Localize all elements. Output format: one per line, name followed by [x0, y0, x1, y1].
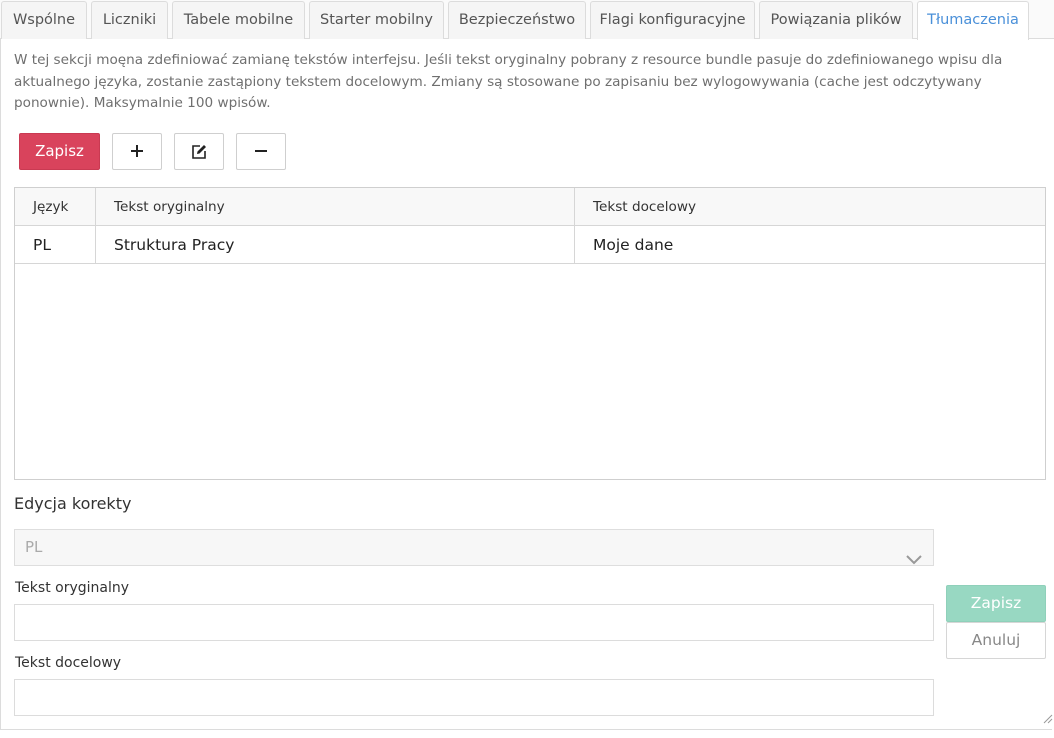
plus-icon [113, 144, 161, 158]
translations-table: Język Tekst oryginalny Tekst docelowy PL… [14, 187, 1046, 480]
tab-liczniki[interactable]: Liczniki [91, 1, 168, 39]
language-select-value: PL [25, 538, 43, 556]
column-header-original[interactable]: Tekst oryginalny [96, 188, 575, 225]
section-description: W tej sekcji moęna zdefiniować zamianę t… [14, 52, 1003, 111]
chevron-down-icon [906, 543, 922, 578]
table-row[interactable]: PL Struktura Pracy Moje dane [15, 226, 1045, 264]
editor-save-button[interactable]: Zapisz [946, 585, 1046, 622]
editor-title: Edycja korekty [14, 494, 132, 513]
edit-button[interactable] [174, 133, 224, 170]
cell-original: Struktura Pracy [96, 226, 575, 263]
tab-powiazania-plikow[interactable]: Powiązania plików [759, 1, 913, 39]
language-select[interactable]: PL [14, 529, 934, 566]
column-header-language[interactable]: Język [15, 188, 96, 225]
table-header: Język Tekst oryginalny Tekst docelowy [15, 188, 1045, 226]
original-text-field[interactable] [14, 604, 934, 641]
minus-icon [237, 144, 285, 158]
tab-bezpieczenstwo[interactable]: Bezpieczeństwo [448, 1, 586, 39]
cell-language: PL [15, 226, 96, 263]
tab-starter-mobilny[interactable]: Starter mobilny [309, 1, 444, 39]
tab-tabele-mobilne[interactable]: Tabele mobilne [172, 1, 305, 39]
resize-grip-icon[interactable] [1043, 709, 1053, 728]
editor-cancel-button[interactable]: Anuluj [946, 622, 1046, 659]
tab-wspolne[interactable]: Wspólne [1, 1, 87, 39]
save-button[interactable]: Zapisz [19, 133, 100, 170]
tab-tlumaczenia[interactable]: Tłumaczenia [917, 1, 1029, 40]
edit-icon [175, 144, 223, 160]
original-text-label: Tekst oryginalny [15, 580, 130, 596]
column-header-target[interactable]: Tekst docelowy [575, 188, 1046, 225]
tab-bar: Wspólne Liczniki Tabele mobilne Starter … [0, 0, 1054, 40]
add-button[interactable] [112, 133, 162, 170]
remove-button[interactable] [236, 133, 286, 170]
target-text-label: Tekst docelowy [15, 655, 122, 671]
cell-target: Moje dane [593, 236, 674, 254]
tab-flagi-konfiguracyjne[interactable]: Flagi konfiguracyjne [590, 1, 755, 39]
target-text-field[interactable] [14, 679, 934, 716]
